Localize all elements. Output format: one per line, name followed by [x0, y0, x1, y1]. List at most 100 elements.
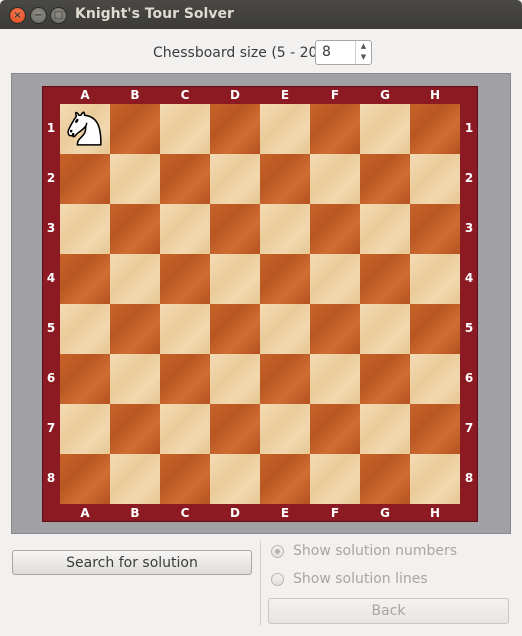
- square-g5[interactable]: [360, 304, 410, 354]
- column-label: E: [280, 506, 290, 520]
- square-b8[interactable]: [110, 454, 160, 504]
- square-e1[interactable]: [260, 104, 310, 154]
- square-h2[interactable]: [410, 154, 460, 204]
- square-e3[interactable]: [260, 204, 310, 254]
- square-b1[interactable]: [110, 104, 160, 154]
- window-title: Knight's Tour Solver: [75, 6, 234, 22]
- column-label: C: [180, 506, 190, 520]
- square-g8[interactable]: [360, 454, 410, 504]
- square-d4[interactable]: [210, 254, 260, 304]
- square-c6[interactable]: [160, 354, 210, 404]
- row-label: 6: [46, 371, 56, 385]
- square-g7[interactable]: [360, 404, 410, 454]
- minimize-button[interactable]: −: [30, 7, 47, 24]
- square-g1[interactable]: [360, 104, 410, 154]
- maximize-button[interactable]: □: [50, 7, 67, 24]
- square-c8[interactable]: [160, 454, 210, 504]
- square-f6[interactable]: [310, 354, 360, 404]
- square-e7[interactable]: [260, 404, 310, 454]
- vertical-separator: [260, 541, 261, 626]
- square-d6[interactable]: [210, 354, 260, 404]
- row-label: 1: [464, 121, 474, 135]
- row-label: 5: [46, 321, 56, 335]
- square-e4[interactable]: [260, 254, 310, 304]
- square-g6[interactable]: [360, 354, 410, 404]
- square-h4[interactable]: [410, 254, 460, 304]
- square-d8[interactable]: [210, 454, 260, 504]
- spinner-down-icon[interactable]: ▼: [356, 52, 371, 63]
- row-label: 5: [464, 321, 474, 335]
- column-label: B: [130, 506, 140, 520]
- square-h1[interactable]: [410, 104, 460, 154]
- square-c3[interactable]: [160, 204, 210, 254]
- square-b7[interactable]: [110, 404, 160, 454]
- square-b2[interactable]: [110, 154, 160, 204]
- square-a6[interactable]: [60, 354, 110, 404]
- square-e8[interactable]: [260, 454, 310, 504]
- back-button[interactable]: Back: [268, 598, 509, 624]
- square-c5[interactable]: [160, 304, 210, 354]
- square-a3[interactable]: [60, 204, 110, 254]
- square-c1[interactable]: [160, 104, 210, 154]
- square-c4[interactable]: [160, 254, 210, 304]
- square-h6[interactable]: [410, 354, 460, 404]
- square-e6[interactable]: [260, 354, 310, 404]
- square-d7[interactable]: [210, 404, 260, 454]
- square-f2[interactable]: [310, 154, 360, 204]
- square-f5[interactable]: [310, 304, 360, 354]
- square-a2[interactable]: [60, 154, 110, 204]
- square-g3[interactable]: [360, 204, 410, 254]
- square-d5[interactable]: [210, 304, 260, 354]
- square-b4[interactable]: [110, 254, 160, 304]
- square-a5[interactable]: [60, 304, 110, 354]
- square-b3[interactable]: [110, 204, 160, 254]
- square-a7[interactable]: [60, 404, 110, 454]
- spinner-up-icon[interactable]: ▲: [356, 41, 371, 52]
- show-numbers-radio[interactable]: [271, 545, 284, 558]
- square-g2[interactable]: [360, 154, 410, 204]
- column-label: H: [429, 88, 441, 102]
- row-label: 3: [46, 221, 56, 235]
- spinner-arrows: ▲ ▼: [355, 41, 371, 64]
- row-label: 4: [46, 271, 56, 285]
- knight-icon[interactable]: [62, 104, 108, 152]
- column-label: D: [230, 506, 240, 520]
- chessboard[interactable]: [60, 104, 460, 504]
- search-solution-button[interactable]: Search for solution: [12, 550, 252, 575]
- square-c7[interactable]: [160, 404, 210, 454]
- square-d1[interactable]: [210, 104, 260, 154]
- square-h8[interactable]: [410, 454, 460, 504]
- square-a4[interactable]: [60, 254, 110, 304]
- board-size-label: Chessboard size (5 - 20): [153, 45, 323, 61]
- square-h5[interactable]: [410, 304, 460, 354]
- column-label: G: [380, 506, 390, 520]
- square-f4[interactable]: [310, 254, 360, 304]
- square-d3[interactable]: [210, 204, 260, 254]
- square-h3[interactable]: [410, 204, 460, 254]
- close-button[interactable]: ×: [9, 7, 26, 24]
- square-d2[interactable]: [210, 154, 260, 204]
- row-label: 7: [464, 421, 474, 435]
- square-e5[interactable]: [260, 304, 310, 354]
- column-label: B: [130, 88, 140, 102]
- square-h7[interactable]: [410, 404, 460, 454]
- square-f7[interactable]: [310, 404, 360, 454]
- column-label: F: [330, 506, 340, 520]
- square-e2[interactable]: [260, 154, 310, 204]
- square-b6[interactable]: [110, 354, 160, 404]
- board-size-spinner[interactable]: 8 ▲ ▼: [315, 40, 372, 65]
- show-lines-radio[interactable]: [271, 573, 284, 586]
- square-c2[interactable]: [160, 154, 210, 204]
- row-label: 3: [464, 221, 474, 235]
- square-f3[interactable]: [310, 204, 360, 254]
- square-a8[interactable]: [60, 454, 110, 504]
- square-f8[interactable]: [310, 454, 360, 504]
- square-g4[interactable]: [360, 254, 410, 304]
- square-b5[interactable]: [110, 304, 160, 354]
- column-label: A: [80, 88, 90, 102]
- column-label: F: [330, 88, 340, 102]
- title-bar: × − □ Knight's Tour Solver: [0, 0, 522, 29]
- square-f1[interactable]: [310, 104, 360, 154]
- board-size-value[interactable]: 8: [322, 44, 331, 60]
- column-label: A: [80, 506, 90, 520]
